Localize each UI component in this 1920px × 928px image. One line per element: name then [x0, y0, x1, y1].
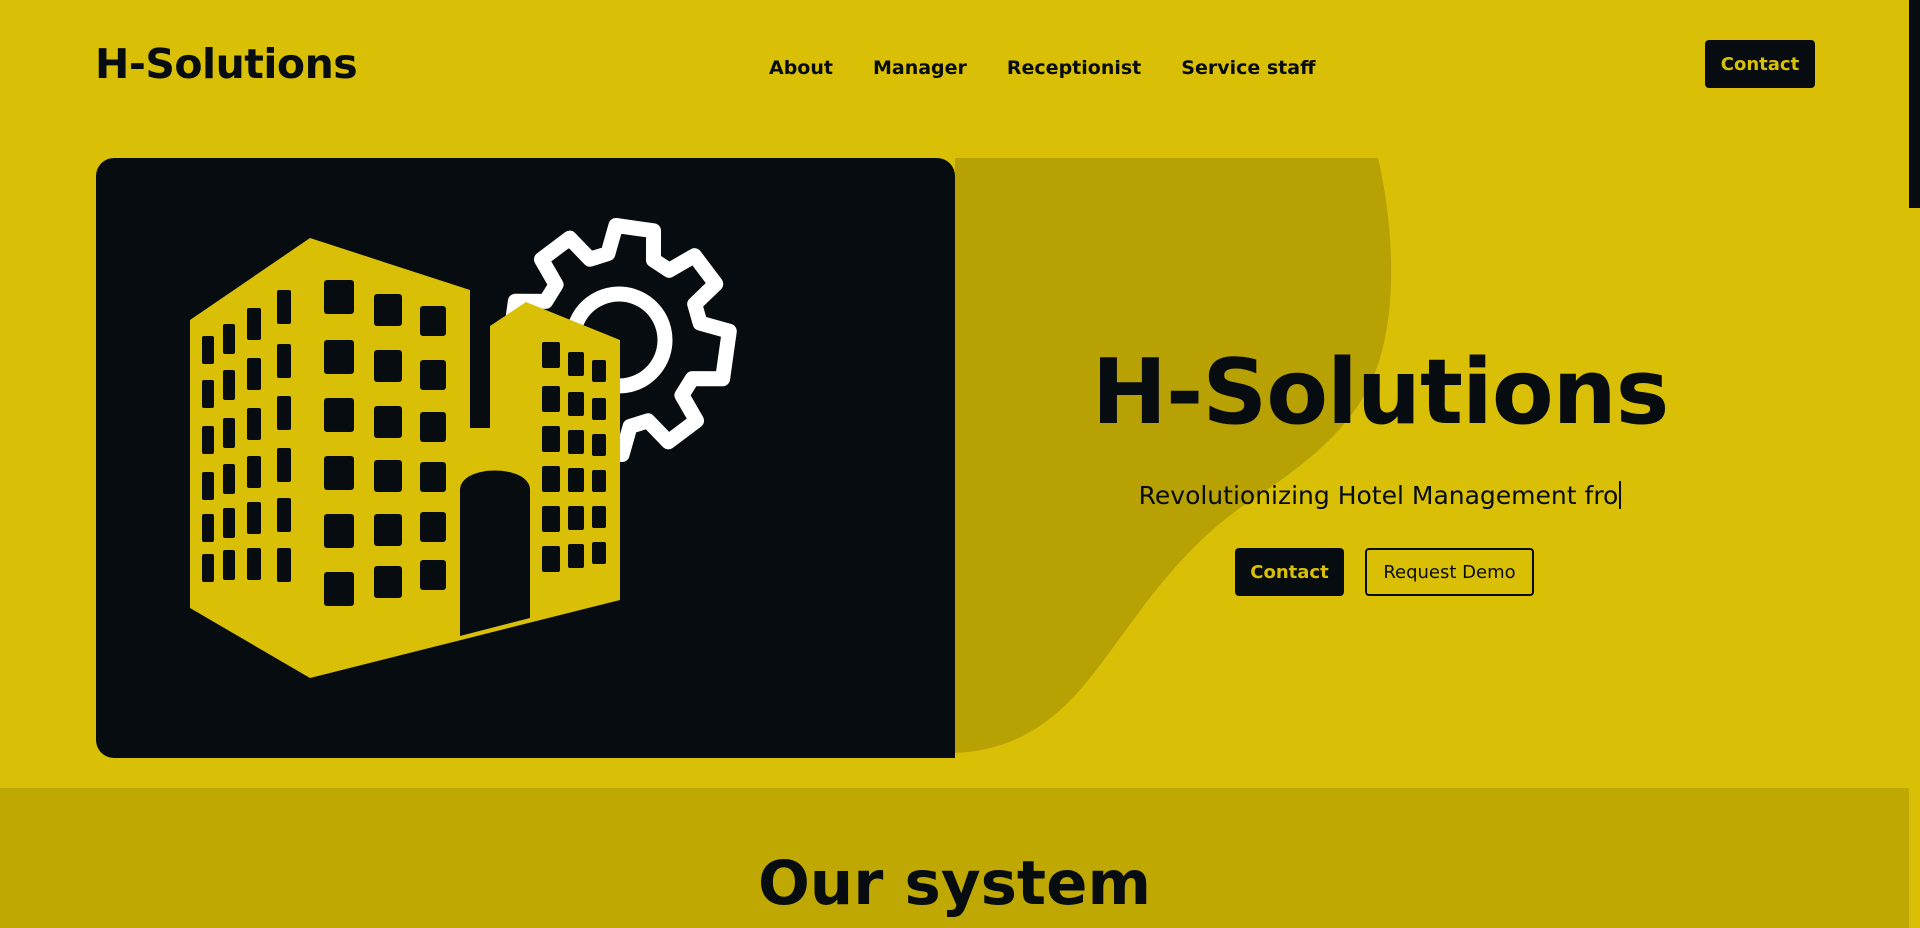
header-contact-button[interactable]: Contact [1705, 40, 1815, 88]
decorative-blob [955, 158, 1392, 753]
hero-subtitle: Revolutionizing Hotel Management fro [1080, 481, 1680, 510]
our-system-section: Our system [0, 788, 1909, 928]
site-logo[interactable]: H-Solutions [95, 40, 358, 88]
hero-contact-button[interactable]: Contact [1235, 548, 1344, 596]
site-header: H-Solutions About Manager Receptionist S… [0, 0, 1909, 140]
nav-link-service-staff[interactable]: Service staff [1181, 57, 1315, 79]
request-demo-button[interactable]: Request Demo [1365, 548, 1534, 596]
scrollbar-track[interactable] [1909, 0, 1920, 928]
nav-link-manager[interactable]: Manager [873, 57, 967, 79]
hero-subtitle-text: Revolutionizing Hotel Management fro [1138, 481, 1619, 510]
hero-title: H-Solutions [1091, 340, 1670, 445]
nav-link-about[interactable]: About [769, 57, 833, 79]
scrollbar-thumb[interactable] [1909, 0, 1920, 208]
hotel-building-icon [190, 238, 620, 678]
hotel-illustration [190, 217, 737, 678]
main-nav: About Manager Receptionist Service staff [769, 57, 1355, 79]
hero-illustration-card [96, 158, 955, 758]
typing-caret [1619, 481, 1622, 509]
nav-link-receptionist[interactable]: Receptionist [1007, 57, 1141, 79]
section-title: Our system [757, 848, 1152, 919]
